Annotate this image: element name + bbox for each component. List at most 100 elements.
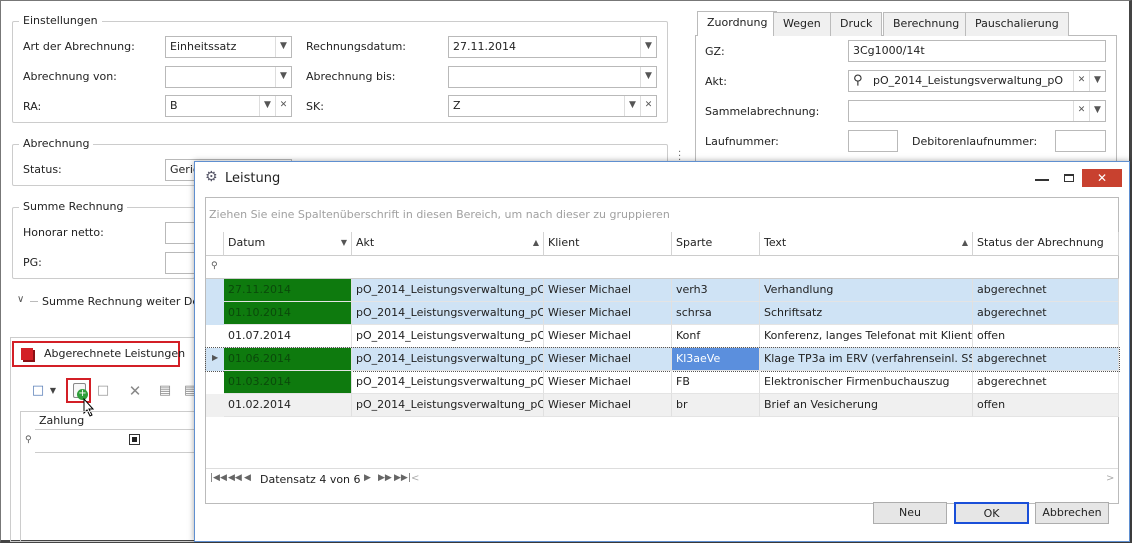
clear-icon[interactable]: ✕ bbox=[275, 96, 291, 116]
tab-druck[interactable]: Druck bbox=[830, 12, 883, 36]
chevron-down-icon[interactable]: ∨ bbox=[17, 294, 24, 305]
cell-datum: 01.02.2014 bbox=[224, 394, 352, 417]
chevron-down-icon[interactable]: ▼ bbox=[624, 96, 640, 116]
sort-desc-icon: ▼ bbox=[340, 238, 347, 247]
table-row[interactable]: 27.11.2014 pO_2014_Leistungsverwaltung_pO… bbox=[206, 279, 1119, 302]
next-page-icon[interactable]: ▶▶ bbox=[378, 473, 392, 483]
clear-icon[interactable]: ✕ bbox=[1073, 101, 1089, 121]
cell-akt: pO_2014_Leistungsverwaltung_pO bbox=[352, 348, 544, 371]
gz-field[interactable]: 3Cg1000/14t bbox=[848, 40, 1106, 62]
debitoren-label: Debitorenlaufnummer: bbox=[912, 135, 1038, 148]
next-record-icon[interactable]: ▶ bbox=[364, 473, 371, 483]
dropdown-arrow-icon[interactable]: ▼ bbox=[48, 382, 58, 400]
ra-select[interactable]: B ▼ ✕ bbox=[165, 95, 292, 117]
zahlung-filter-checkbox[interactable] bbox=[129, 434, 140, 445]
chevron-down-icon[interactable]: ▼ bbox=[259, 96, 275, 116]
neu-button[interactable]: Neu bbox=[873, 502, 947, 524]
new-document-icon[interactable]: □ bbox=[29, 382, 47, 400]
tab-berechnung-label: Berechnung bbox=[893, 17, 960, 30]
chevron-down-icon[interactable]: ▼ bbox=[275, 67, 291, 87]
tab-berechnung[interactable]: Berechnung bbox=[883, 12, 970, 36]
column-header-sparte[interactable]: Sparte bbox=[672, 232, 760, 256]
chevron-down-icon[interactable]: ▼ bbox=[1089, 71, 1105, 91]
table-row[interactable]: 01.03.2014 pO_2014_Leistungsverwaltung_pO… bbox=[206, 371, 1119, 394]
cell-sparte: FB bbox=[672, 371, 760, 394]
navigator-text: Datensatz 4 von 6 bbox=[260, 473, 361, 486]
ok-button[interactable]: OK bbox=[954, 502, 1029, 524]
group-panel[interactable]: Ziehen Sie eine Spaltenüberschrift in di… bbox=[206, 198, 1118, 232]
table-row[interactable]: 01.07.2014 pO_2014_Leistungsverwaltung_pO… bbox=[206, 325, 1119, 348]
cell-status: offen bbox=[973, 394, 1119, 417]
zahlung-header[interactable]: Zahlung bbox=[35, 412, 195, 430]
rechnungsdatum-value: 27.11.2014 bbox=[453, 40, 516, 53]
abrechnung-von-field[interactable]: ▼ bbox=[165, 66, 292, 88]
delete-icon[interactable]: ✕ bbox=[126, 382, 144, 400]
abbrechen-button[interactable]: Abbrechen bbox=[1035, 502, 1109, 524]
laufnummer-label: Laufnummer: bbox=[705, 135, 779, 148]
splitter-handle[interactable]: ... bbox=[678, 145, 681, 163]
search-icon[interactable]: ⚲ bbox=[853, 73, 863, 88]
summe-weiter-divider bbox=[30, 301, 38, 302]
chevron-down-icon[interactable]: ▼ bbox=[640, 67, 656, 87]
column-header-akt[interactable]: Akt ▲ bbox=[352, 232, 544, 256]
rechnungsdatum-field[interactable]: 27.11.2014 ▼ bbox=[448, 36, 657, 58]
cell-akt: pO_2014_Leistungsverwaltung_pO bbox=[352, 302, 544, 325]
chevron-down-icon[interactable]: ▼ bbox=[1089, 101, 1105, 121]
leistung-dialog: ⚙ Leistung ✕ Ziehen Sie eine Spaltenüber… bbox=[194, 161, 1130, 542]
tab-wegen[interactable]: Wegen bbox=[773, 12, 831, 36]
prev-page-icon[interactable]: ◀◀ bbox=[228, 473, 242, 483]
art-label: Art der Abrechnung: bbox=[23, 40, 135, 53]
art-select[interactable]: Einheitssatz ▼ bbox=[165, 36, 292, 58]
table-icon-2[interactable]: ▤ bbox=[184, 382, 194, 400]
pg-label: PG: bbox=[23, 256, 42, 269]
column-header-datum[interactable]: Datum ▼ bbox=[224, 232, 352, 256]
tab-pauschalierung[interactable]: Pauschalierung bbox=[965, 12, 1069, 36]
zahlung-filter-row bbox=[35, 452, 195, 453]
tab-wegen-label: Wegen bbox=[783, 17, 821, 30]
debitoren-field[interactable] bbox=[1055, 130, 1106, 152]
column-header-text[interactable]: Text ▲ bbox=[760, 232, 973, 256]
honorar-field[interactable] bbox=[165, 222, 195, 244]
table-row[interactable]: 01.10.2014 pO_2014_Leistungsverwaltung_pO… bbox=[206, 302, 1119, 325]
table-row[interactable]: 01.06.2014 pO_2014_Leistungsverwaltung_pO… bbox=[205, 347, 1120, 372]
gear-icon: ⚙ bbox=[205, 169, 218, 185]
akt-select[interactable]: ⚲ pO_2014_Leistungsverwaltung_pO ✕ ▼ bbox=[848, 70, 1106, 92]
laufnummer-field[interactable] bbox=[848, 130, 898, 152]
filter-row[interactable]: ⚲ bbox=[206, 256, 1119, 279]
filter-pin-icon: ⚲ bbox=[211, 261, 218, 271]
cell-akt: pO_2014_Leistungsverwaltung_pO bbox=[352, 394, 544, 417]
close-button[interactable]: ✕ bbox=[1082, 169, 1122, 187]
prev-record-icon[interactable]: ◀ bbox=[244, 473, 251, 483]
tab-zuordnung[interactable]: Zuordnung bbox=[697, 11, 778, 36]
scroll-left-icon[interactable]: < bbox=[411, 473, 419, 484]
cell-sparte: Kl3aeVe bbox=[672, 348, 760, 371]
sammelabrechnung-select[interactable]: ✕ ▼ bbox=[848, 100, 1106, 122]
clear-icon[interactable]: ✕ bbox=[640, 96, 656, 116]
sk-select[interactable]: Z ▼ ✕ bbox=[448, 95, 657, 117]
minimize-icon[interactable] bbox=[1035, 179, 1049, 181]
column-header-status[interactable]: Status der Abrechnung bbox=[973, 232, 1119, 256]
row-indicator-header bbox=[206, 232, 224, 256]
maximize-icon[interactable] bbox=[1064, 174, 1074, 182]
clear-icon[interactable]: ✕ bbox=[1073, 71, 1089, 91]
abrechnung-bis-field[interactable]: ▼ bbox=[448, 66, 657, 88]
table-icon[interactable]: ▤ bbox=[156, 382, 174, 400]
dialog-titlebar[interactable]: ⚙ Leistung ✕ bbox=[195, 162, 1129, 194]
scroll-right-icon[interactable]: > bbox=[1106, 473, 1114, 484]
last-record-icon[interactable]: ▶▶| bbox=[394, 473, 411, 483]
art-value: Einheitssatz bbox=[170, 40, 237, 53]
red-square-icon bbox=[21, 348, 33, 360]
cell-text: Konferenz, langes Telefonat mit Klient bbox=[760, 325, 973, 348]
first-record-icon[interactable]: |◀◀ bbox=[210, 473, 227, 483]
column-header-klient[interactable]: Klient bbox=[544, 232, 672, 256]
chevron-down-icon[interactable]: ▼ bbox=[275, 37, 291, 57]
cell-klient: Wieser Michael bbox=[544, 394, 672, 417]
pg-field[interactable] bbox=[165, 252, 195, 274]
tab-abgerechnete-leistungen[interactable]: Abgerechnete Leistungen bbox=[12, 341, 185, 367]
summe-weiter-label[interactable]: Summe Rechnung weiter Detai bbox=[42, 295, 213, 308]
table-row[interactable]: 01.02.2014 pO_2014_Leistungsverwaltung_pO… bbox=[206, 394, 1119, 417]
tab-pauschalierung-label: Pauschalierung bbox=[975, 17, 1059, 30]
chevron-down-icon[interactable]: ▼ bbox=[640, 37, 656, 57]
dialog-title: Leistung bbox=[225, 171, 281, 186]
cell-status: abgerechnet bbox=[973, 279, 1119, 302]
